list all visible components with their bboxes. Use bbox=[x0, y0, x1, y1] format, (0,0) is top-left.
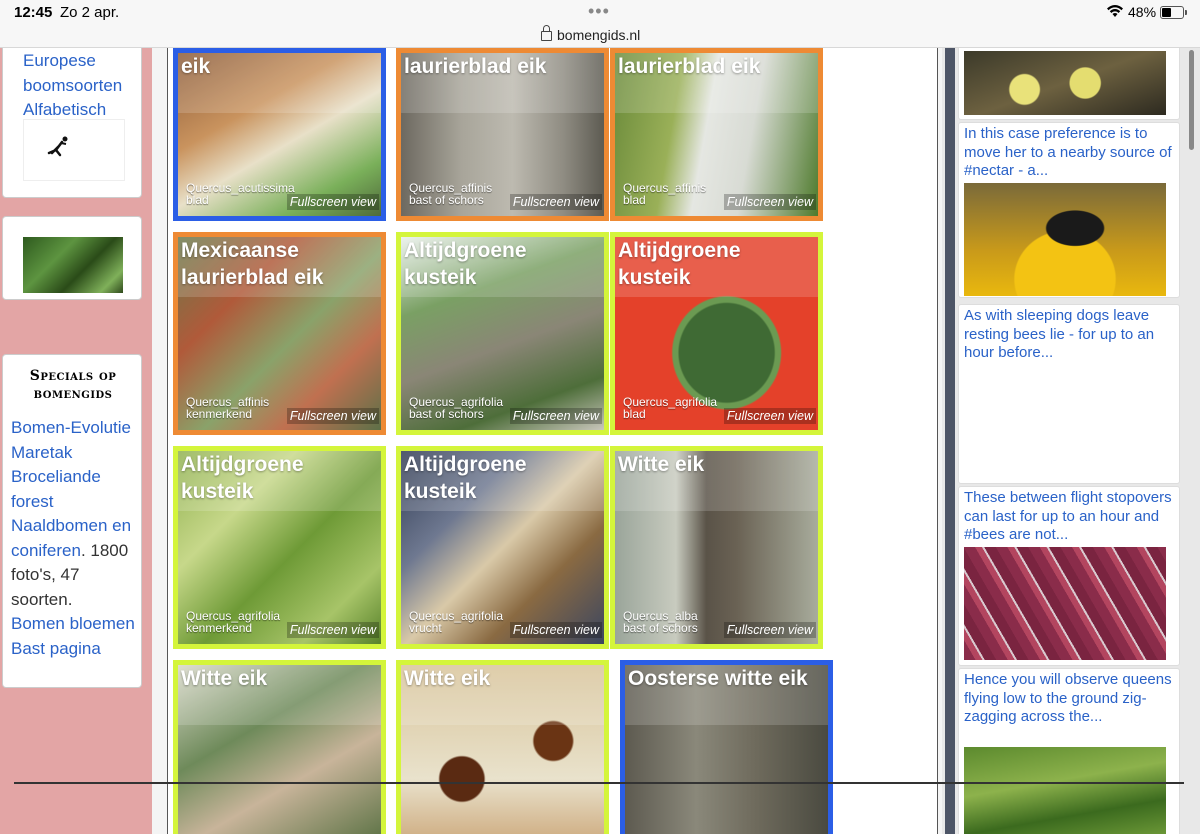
feed-card-2[interactable]: As with sleeping dogs leave resting bees… bbox=[958, 304, 1180, 484]
tile-part: bast of schors bbox=[409, 407, 484, 421]
tile-part: vrucht bbox=[409, 621, 442, 635]
feed-text-3: These between flight stopovers can last … bbox=[964, 489, 1172, 543]
feed-text-1: In this case preference is to move her t… bbox=[964, 125, 1172, 179]
feed-text-2: As with sleeping dogs leave resting bees… bbox=[964, 307, 1155, 361]
url-text: bomengids.nl bbox=[557, 27, 641, 43]
leaf-thumbnail[interactable] bbox=[23, 237, 123, 293]
feed-image-3 bbox=[964, 547, 1166, 660]
fullscreen-view-link[interactable]: Fullscreen view bbox=[509, 194, 602, 210]
fullscreen-view-link[interactable]: Fullscreen view bbox=[723, 194, 816, 210]
tile-caption: Quercus_affinis blad bbox=[623, 182, 706, 206]
tile-part: blad bbox=[186, 193, 209, 207]
tile-title: laurierblad eik bbox=[618, 55, 761, 78]
tile-title: Witte eik bbox=[404, 667, 491, 690]
tile-caption: Quercus_agrifolia vrucht bbox=[409, 610, 503, 634]
multitasking-dots[interactable]: ••• bbox=[588, 1, 610, 22]
gallery-tile[interactable]: laurierblad eik Quercus_affinis bast of sc… bbox=[396, 48, 609, 221]
gallery-tile[interactable]: Altijdgroene kusteik Quercus_agrifolia bas… bbox=[396, 232, 609, 435]
tile-title: Mexicaanse laurierblad eik bbox=[181, 239, 324, 289]
feed-image-0 bbox=[964, 51, 1166, 115]
battery-icon bbox=[1160, 6, 1187, 19]
tile-caption: Quercus_acutissima blad bbox=[186, 182, 295, 206]
wifi-icon bbox=[1106, 4, 1124, 21]
tile-title: eik bbox=[181, 55, 211, 78]
link-bomen-bloemen[interactable]: Bomen bloemen bbox=[11, 612, 139, 637]
link-bast-pagina[interactable]: Bast pagina bbox=[11, 637, 139, 662]
tile-title: Altijdgroene kusteik bbox=[404, 453, 527, 503]
feed-card-4[interactable]: Hence you will observe queens flying low… bbox=[958, 668, 1180, 834]
lock-icon bbox=[541, 25, 552, 41]
link-bomen-evolutie[interactable]: Bomen-Evolutie bbox=[11, 416, 139, 441]
tile-title: Witte eik bbox=[618, 453, 705, 476]
link-naaldbomen[interactable]: Naaldbomen en coniferen. 1800 foto's, 47… bbox=[11, 514, 139, 612]
feed-image-1 bbox=[964, 183, 1166, 296]
fullscreen-view-link[interactable]: Fullscreen view bbox=[286, 408, 379, 424]
gallery-tile[interactable]: Altijdgroene kusteik Quercus_agrifolia bla… bbox=[610, 232, 823, 435]
tile-caption: Quercus_affinis kenmerkend bbox=[186, 396, 269, 420]
feed-card-0[interactable] bbox=[958, 48, 1180, 120]
battery-percent: 48% bbox=[1128, 4, 1157, 20]
page-scrollbar[interactable] bbox=[1189, 50, 1194, 150]
gallery-tile[interactable]: Mexicaanse laurierblad eik Quercus_affini… bbox=[173, 232, 386, 435]
tile-title: Oosterse witte eik bbox=[628, 667, 808, 690]
web-page: Europese boomsoorten Alfabetisch Special… bbox=[0, 48, 1200, 834]
fullscreen-view-link[interactable]: Fullscreen view bbox=[509, 622, 602, 638]
specials-box: Specials op bomengids Bomen-Evolutie Mar… bbox=[2, 354, 142, 688]
date: Zo 2 apr. bbox=[60, 4, 120, 21]
feed-image-4 bbox=[964, 747, 1166, 834]
tile-part: bast of schors bbox=[623, 621, 698, 635]
runner-thumbnail[interactable] bbox=[23, 119, 125, 181]
gallery-tile[interactable]: Altijdgroene kusteik Quercus_agrifolia vru… bbox=[396, 446, 609, 649]
specials-title: Specials op bomengids bbox=[29, 368, 117, 402]
fullscreen-view-link[interactable]: Fullscreen view bbox=[286, 622, 379, 638]
tile-title: Altijdgroene kusteik bbox=[618, 239, 741, 289]
link-europese-boomsoorten[interactable]: Europese boomsoorten bbox=[23, 49, 133, 98]
tile-title: Altijdgroene kusteik bbox=[404, 239, 527, 289]
feed-card-3[interactable]: These between flight stopovers can last … bbox=[958, 486, 1180, 666]
feed-card-1[interactable]: In this case preference is to move her t… bbox=[958, 122, 1180, 298]
clock: 12:45 bbox=[14, 4, 53, 21]
tile-part: blad bbox=[623, 407, 646, 421]
gallery-tile[interactable]: Witte eik bbox=[396, 660, 609, 834]
gallery-tile[interactable]: Altijdgroene kusteik Quercus_agrifolia ken… bbox=[173, 446, 386, 649]
specials-list: Bomen-Evolutie Maretak Broceliande fores… bbox=[11, 416, 139, 661]
gallery-tile[interactable]: laurierblad eik Quercus_affinis blad Fullsc… bbox=[610, 48, 823, 221]
tile-part: kenmerkend bbox=[186, 407, 253, 421]
link-broceliande-forest[interactable]: Broceliande forest bbox=[11, 465, 139, 514]
home-indicator-line bbox=[14, 782, 1184, 784]
runner-icon bbox=[47, 136, 68, 157]
tile-title: laurierblad eik bbox=[404, 55, 547, 78]
tile-caption: Quercus_affinis bast of schors bbox=[409, 182, 492, 206]
tile-caption: Quercus_agrifolia bast of schors bbox=[409, 396, 503, 420]
tile-caption: Quercus_alba bast of schors bbox=[623, 610, 698, 634]
tile-part: blad bbox=[623, 193, 646, 207]
tile-caption: Quercus_agrifolia blad bbox=[623, 396, 717, 420]
fullscreen-view-link[interactable]: Fullscreen view bbox=[509, 408, 602, 424]
fullscreen-view-link[interactable]: Fullscreen view bbox=[286, 194, 379, 210]
link-maretak[interactable]: Maretak bbox=[11, 441, 139, 466]
nav-box: Europese boomsoorten Alfabetisch bbox=[2, 48, 142, 198]
tile-title: Altijdgroene kusteik bbox=[181, 453, 304, 503]
fullscreen-view-link[interactable]: Fullscreen view bbox=[723, 408, 816, 424]
image-box bbox=[2, 216, 142, 300]
right-divider bbox=[945, 48, 955, 834]
gallery-tile[interactable]: Witte eik Quercus_alba bast of schors Fulls… bbox=[610, 446, 823, 649]
gallery-tile[interactable]: eik Quercus_acutissima blad Fullscreen view bbox=[173, 48, 386, 221]
tile-part: kenmerkend bbox=[186, 621, 253, 635]
fullscreen-view-link[interactable]: Fullscreen view bbox=[723, 622, 816, 638]
status-bar: 12:45 Zo 2 apr. ••• bomengids.nl 48% bbox=[0, 0, 1200, 48]
tile-caption: Quercus_agrifolia kenmerkend bbox=[186, 610, 280, 634]
feed-text-4: Hence you will observe queens flying low… bbox=[964, 671, 1172, 725]
gallery-tile[interactable]: Witte eikQuercus_albablad bbox=[173, 660, 386, 834]
address-bar[interactable]: bomengids.nl bbox=[541, 25, 641, 43]
tile-title: Witte eik bbox=[181, 667, 268, 690]
gallery-tile[interactable]: Oosterse witte eik bbox=[620, 660, 833, 834]
tile-part: bast of schors bbox=[409, 193, 484, 207]
